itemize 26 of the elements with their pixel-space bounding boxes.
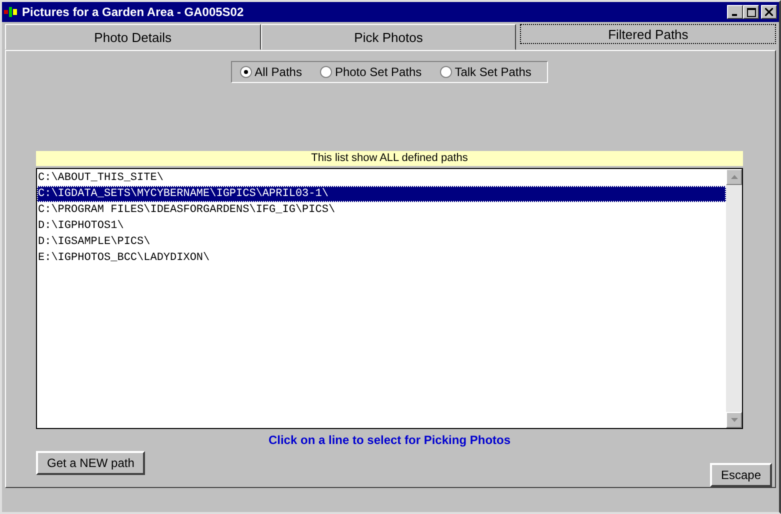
radio-option[interactable]: Photo Set Paths <box>320 64 422 79</box>
escape-button[interactable]: Escape <box>710 463 772 487</box>
close-button[interactable] <box>761 5 777 19</box>
hint-text: Click on a line to select for Picking Photos <box>268 433 511 447</box>
radio-option[interactable]: Talk Set Paths <box>440 64 532 79</box>
scroll-down-icon[interactable] <box>726 412 742 428</box>
path-item[interactable]: D:\IGPHOTOS1\ <box>37 218 726 234</box>
new-path-button[interactable]: Get a NEW path <box>36 451 146 475</box>
scroll-up-icon[interactable] <box>726 168 742 185</box>
path-item[interactable]: C:\PROGRAM FILES\IDEASFORGARDENS\IFG_IG\PICS\ <box>37 202 726 218</box>
path-item[interactable]: C:\ABOUT_THIS_SITE\ <box>37 170 726 186</box>
path-item[interactable]: D:\IGSAMPLE\PICS\ <box>37 234 726 250</box>
maximize-button[interactable] <box>743 5 759 19</box>
maximize-icon <box>746 8 756 16</box>
path-item[interactable]: C:\IGDATA_SETS\MYCYBERNAME\IGPICS\APRIL03-1\ <box>37 186 726 202</box>
tab[interactable]: Filtered Paths <box>520 24 776 44</box>
app-icon <box>4 6 18 18</box>
window-title: Pictures for a Garden Area - GA005S02 <box>22 5 244 19</box>
path-item[interactable]: E:\IGPHOTOS_BCC\LADYDIXON\ <box>37 250 726 266</box>
radio-option[interactable]: All Paths <box>240 64 302 79</box>
tab[interactable]: Pick Photos <box>260 24 516 50</box>
tab[interactable]: Photo Details <box>5 24 261 50</box>
scrollbar[interactable] <box>726 168 742 428</box>
minimize-button[interactable] <box>727 5 743 19</box>
list-header: This list show ALL defined paths <box>36 150 743 166</box>
close-icon <box>765 8 773 16</box>
